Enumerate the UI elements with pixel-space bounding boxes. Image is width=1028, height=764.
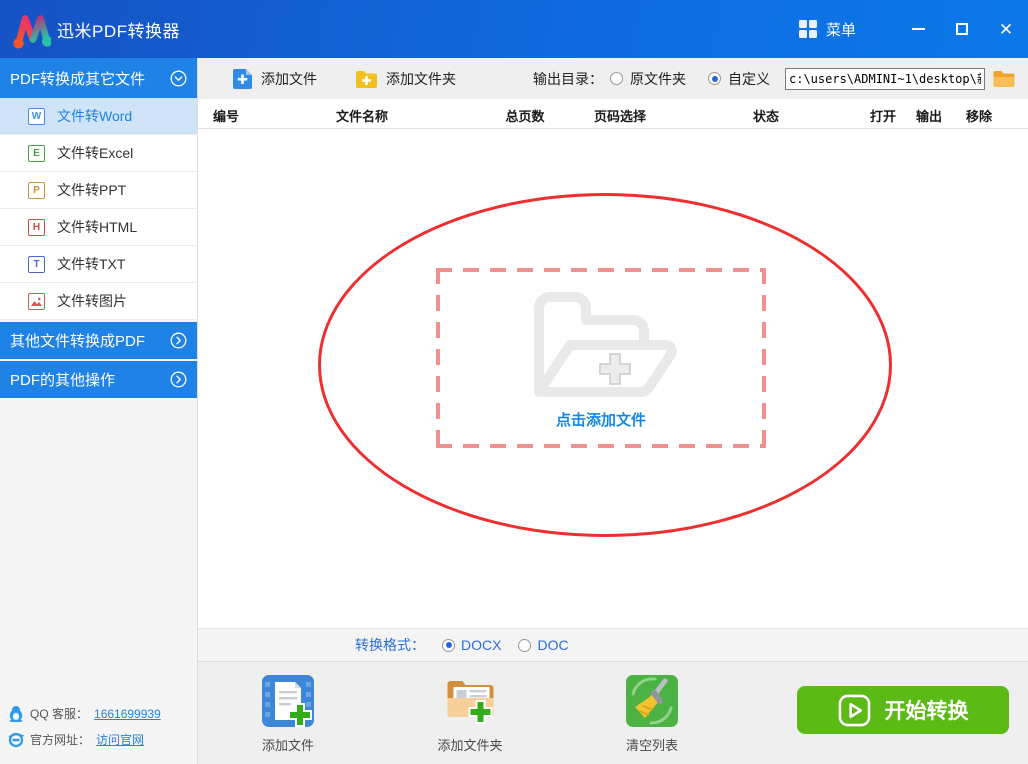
add-folder-action-label[interactable]: 添加文件夹: [437, 735, 502, 754]
minimize-icon: [911, 28, 925, 30]
menu-label: 菜单: [825, 21, 856, 39]
sidebar-item-label: 文件转Word: [57, 108, 133, 124]
radio-original-folder-label[interactable]: 原文件夹: [630, 69, 686, 89]
sidebar-item-pdf-to-html[interactable]: H 文件转HTML: [0, 209, 197, 246]
add-folder-icon: [356, 70, 377, 88]
radio-docx[interactable]: [442, 638, 455, 652]
output-dir-label: 输出目录：: [533, 70, 603, 87]
add-file-action-label[interactable]: 添加文件: [262, 735, 314, 754]
sidebar-group-other-to-pdf[interactable]: 其他文件转换成PDF: [0, 322, 197, 359]
add-file-icon: [233, 68, 252, 89]
menu-button[interactable]: 菜单: [798, 19, 856, 40]
output-path-input[interactable]: [785, 67, 985, 90]
ppt-file-icon: P: [28, 181, 45, 199]
add-folder-label: 添加文件夹: [386, 70, 456, 87]
column-header-number: 编号: [212, 109, 240, 124]
add-folder-button[interactable]: 添加文件夹: [355, 69, 456, 89]
column-header-output: 输出: [915, 109, 943, 124]
column-header-status: 状态: [752, 109, 780, 124]
sidebar-item-label: 文件转PPT: [57, 182, 127, 198]
clear-list-action-label[interactable]: 清空列表: [626, 735, 678, 754]
start-convert-label: 开始转换: [884, 700, 969, 723]
column-header-page-select: 页码选择: [593, 109, 647, 124]
column-header-total-pages: 总页数: [505, 109, 545, 124]
add-file-action[interactable]: 添加文件: [261, 674, 315, 754]
play-icon: [838, 694, 870, 726]
bottom-action-bar: 添加文件 添加文件夹 清空列表 开始转换: [198, 661, 1028, 764]
radio-original-folder[interactable]: [610, 72, 623, 85]
add-file-button[interactable]: 添加文件: [232, 68, 317, 90]
radio-docx-label[interactable]: DOCX: [461, 637, 501, 653]
app-logo-icon: [13, 15, 51, 49]
clear-list-broom-icon: [626, 675, 678, 727]
chevron-right-circle-icon: [170, 332, 187, 349]
image-file-icon: [28, 292, 45, 310]
sidebar-item-label: 文件转Excel: [57, 145, 134, 161]
qq-penguin-icon: [9, 706, 23, 722]
word-file-icon: W: [28, 107, 45, 125]
add-folder-action[interactable]: 添加文件夹: [437, 674, 503, 754]
excel-file-icon: E: [28, 144, 45, 162]
sidebar: PDF转换成其它文件 W 文件转Word E 文件转Excel P 文件转PPT…: [0, 58, 198, 764]
browse-folder-icon[interactable]: [992, 69, 1016, 89]
format-option-docx[interactable]: DOCX: [442, 637, 501, 653]
qq-service-label: QQ 客服：: [30, 707, 89, 721]
add-file-big-icon: [262, 675, 314, 727]
sidebar-group-pdf-to-other[interactable]: PDF转换成其它文件: [0, 58, 197, 98]
official-site-link[interactable]: 访问官网: [96, 731, 144, 748]
html-file-icon: H: [28, 218, 45, 236]
ie-browser-icon: [8, 732, 24, 747]
radio-custom-folder[interactable]: [708, 72, 721, 85]
grid-menu-icon: [798, 20, 817, 38]
top-toolbar: 添加文件 添加文件夹 输出目录： 原文件夹 自定义: [198, 58, 1028, 99]
format-bar: 转换格式： DOCX DOC: [198, 628, 1028, 661]
contact-panel: QQ 客服： 1661699939 官方网址： 访问官网: [8, 696, 161, 748]
close-icon: ✕: [998, 19, 1014, 39]
chevron-down-circle-icon: [170, 70, 187, 86]
start-convert-button[interactable]: 开始转换: [797, 686, 1009, 734]
maximize-button[interactable]: [940, 0, 984, 58]
column-header-open: 打开: [869, 109, 897, 124]
official-site-label: 官方网址：: [30, 733, 91, 747]
column-header-remove: 移除: [965, 109, 993, 124]
column-header-filename: 文件名称: [335, 109, 389, 124]
titlebar: 迅米PDF转换器 菜单 ✕: [0, 0, 1028, 58]
sidebar-item-pdf-to-excel[interactable]: E 文件转Excel: [0, 135, 197, 172]
minimize-button[interactable]: [896, 0, 940, 58]
txt-file-icon: T: [28, 255, 45, 273]
clear-list-action[interactable]: 清空列表: [625, 674, 679, 754]
sidebar-group-label: PDF转换成其它文件: [10, 70, 146, 88]
add-folder-big-icon: [446, 681, 493, 724]
radio-doc[interactable]: [518, 638, 532, 652]
sidebar-item-pdf-to-ppt[interactable]: P 文件转PPT: [0, 172, 197, 209]
file-table-header: 编号 文件名称 总页数 页码选择 状态 打开 输出 移除: [198, 99, 1028, 129]
sidebar-item-pdf-to-image[interactable]: 文件转图片: [0, 283, 197, 320]
add-file-label: 添加文件: [261, 70, 317, 87]
sidebar-item-pdf-to-word[interactable]: W 文件转Word: [0, 98, 197, 135]
chevron-right-circle-icon: [170, 371, 187, 388]
format-label: 转换格式：: [355, 637, 425, 653]
maximize-icon: [956, 23, 968, 35]
sidebar-group-label: 其他文件转换成PDF: [10, 333, 146, 350]
app-title: 迅米PDF转换器: [57, 21, 180, 41]
close-button[interactable]: ✕: [984, 0, 1028, 58]
sidebar-group-pdf-operations[interactable]: PDF的其他操作: [0, 361, 197, 398]
sidebar-group-label: PDF的其他操作: [10, 372, 116, 389]
sidebar-item-pdf-to-txt[interactable]: T 文件转TXT: [0, 246, 197, 283]
qq-number-link[interactable]: 1661699939: [94, 707, 161, 721]
format-option-doc[interactable]: DOC: [518, 637, 569, 653]
radio-custom-folder-label[interactable]: 自定义: [728, 69, 770, 89]
red-annotation-ellipse: [318, 193, 892, 537]
file-list-area: 点击添加文件: [198, 129, 1028, 628]
sidebar-item-label: 文件转TXT: [57, 256, 126, 272]
radio-doc-label[interactable]: DOC: [537, 637, 568, 653]
sidebar-item-label: 文件转HTML: [57, 219, 138, 235]
sidebar-item-label: 文件转图片: [57, 293, 127, 309]
